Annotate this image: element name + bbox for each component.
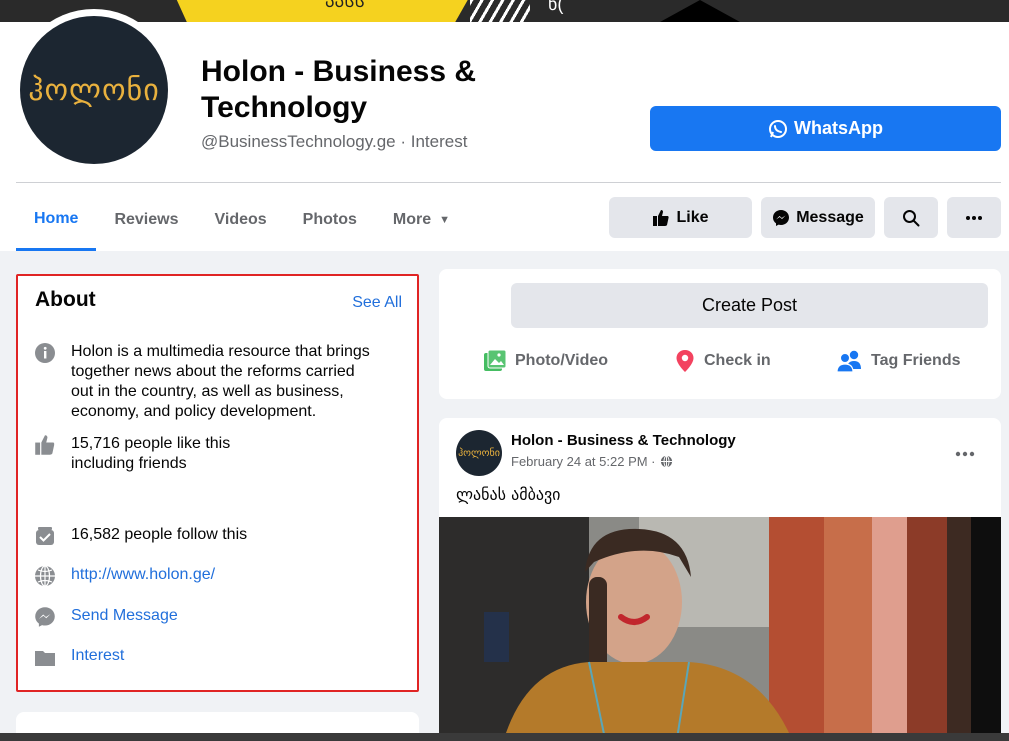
whatsapp-icon — [769, 119, 787, 138]
send-message-link[interactable]: Send Message — [71, 606, 178, 626]
create-post-button[interactable]: Create Post — [511, 283, 988, 328]
messenger-icon — [773, 209, 790, 226]
page-tabs: Home Reviews Videos Photos More ▼ — [16, 190, 468, 252]
cover-sign-text: ᲐᲐᲡᲡ — [325, 0, 365, 11]
about-title: About — [35, 288, 96, 311]
cover-photo[interactable]: ᲐᲐᲡᲡ ნ( — [0, 0, 1009, 22]
thumbs-up-icon — [34, 434, 56, 456]
post-meta: February 24 at 5:22 PM · — [511, 454, 673, 469]
tag-friends-icon — [837, 350, 861, 373]
messenger-icon — [34, 606, 56, 628]
about-likes-row: 15,716 people like this including friend… — [34, 434, 314, 474]
whatsapp-label: WhatsApp — [794, 118, 883, 138]
photo-video-button[interactable]: Photo/Video — [483, 349, 608, 373]
logo-text: ჰოლონი — [28, 72, 160, 108]
about-description-row: Holon is a multimedia resource that brin… — [34, 342, 379, 422]
post-photo-illustration — [439, 517, 1001, 741]
follow-icon — [34, 525, 56, 547]
about-card: About See All Holon is a multimedia reso… — [16, 274, 419, 692]
post-options-button[interactable] — [955, 440, 975, 463]
about-website-row: http://www.holon.ge/ — [34, 565, 215, 587]
header-divider — [16, 182, 1001, 183]
about-likes: 15,716 people like this including friend… — [71, 435, 231, 472]
tab-label: More — [392, 211, 432, 228]
tab-label: Reviews — [114, 211, 179, 228]
location-pin-icon — [676, 350, 694, 372]
tab-label: Videos — [214, 211, 267, 228]
post-avatar-logo: ჰოლონი — [458, 447, 500, 459]
globe-icon — [34, 565, 56, 587]
globe-icon — [660, 455, 672, 468]
tab-label: Home — [34, 210, 79, 227]
tab-videos[interactable]: Videos — [197, 190, 285, 250]
about-category-row: Interest — [34, 646, 124, 668]
about-follows-row: 16,582 people follow this — [34, 525, 247, 547]
post-text: ლანას ამბავი — [456, 485, 561, 504]
about-send-message-row: Send Message — [34, 606, 178, 628]
more-options-button[interactable] — [947, 197, 1001, 238]
post-author-avatar[interactable]: ჰოლონი — [456, 430, 502, 476]
page-avatar[interactable]: ჰოლონი — [20, 16, 168, 164]
cover-triangle — [660, 0, 740, 22]
bottom-strip — [0, 733, 1009, 741]
tab-more[interactable]: More ▼ — [375, 190, 468, 250]
about-follows: 16,582 people follow this — [71, 526, 248, 543]
cover-stripes — [470, 0, 530, 22]
tab-home[interactable]: Home — [16, 190, 97, 251]
more-dots-icon — [966, 215, 982, 220]
cover-sign-fragment: ნ( — [548, 0, 564, 14]
tab-label: Photos — [302, 211, 357, 228]
page-header: ჰოლონი Holon - Business & Technology @Bu… — [0, 9, 1009, 252]
whatsapp-button[interactable]: WhatsApp — [650, 106, 1001, 151]
post-date[interactable]: February 24 at 5:22 PM · — [511, 454, 656, 469]
tag-friends-label: Tag Friends — [871, 352, 961, 369]
tab-photos[interactable]: Photos — [285, 190, 375, 250]
check-in-button[interactable]: Check in — [674, 349, 771, 373]
tab-reviews[interactable]: Reviews — [96, 190, 196, 250]
website-link[interactable]: http://www.holon.ge/ — [71, 565, 215, 585]
cover-yellow-sign: ᲐᲐᲡᲡ — [175, 0, 470, 22]
post-author-name[interactable]: Holon - Business & Technology — [511, 432, 736, 449]
message-button[interactable]: Message — [761, 197, 875, 238]
about-description: Holon is a multimedia resource that brin… — [71, 343, 370, 420]
caret-down-icon: ▼ — [439, 214, 451, 226]
search-button[interactable] — [884, 197, 938, 238]
info-icon — [34, 342, 56, 364]
folder-icon — [34, 646, 56, 668]
photo-video-label: Photo/Video — [515, 352, 609, 369]
post-card: ჰოლონი Holon - Business & Technology Feb… — [439, 418, 1001, 741]
see-all-link[interactable]: See All — [352, 294, 402, 312]
tag-friends-button[interactable]: Tag Friends — [837, 349, 961, 373]
more-dots-icon — [955, 451, 975, 457]
check-in-label: Check in — [704, 352, 771, 369]
page-handle: @BusinessTechnology.ge · Interest — [201, 132, 468, 151]
search-icon — [903, 209, 920, 226]
photo-icon — [484, 349, 507, 371]
like-button[interactable]: Like — [609, 197, 752, 238]
like-label: Like — [676, 208, 709, 226]
post-image[interactable] — [439, 517, 1001, 741]
create-post-card: Create Post Photo/Video Check in Tag Fri… — [439, 269, 1001, 399]
category-link[interactable]: Interest — [71, 646, 124, 666]
message-label: Message — [796, 208, 864, 226]
thumbs-up-icon — [653, 209, 670, 226]
page-title: Holon - Business & Technology — [201, 55, 477, 124]
